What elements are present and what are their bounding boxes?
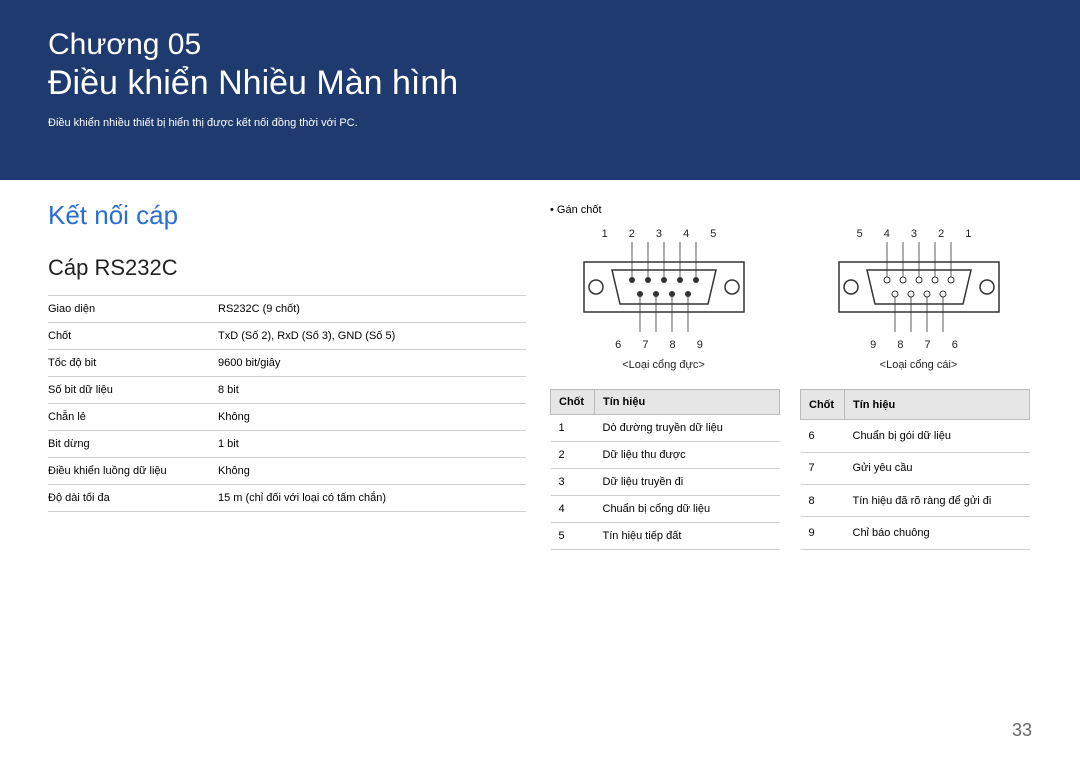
pin-signal: Dò đường truyền dữ liệu bbox=[595, 415, 780, 442]
spec-label: Bit dừng bbox=[48, 431, 218, 458]
pin-num: 4 bbox=[551, 496, 595, 523]
spec-value: TxD (Số 2), RxD (Số 3), GND (Số 5) bbox=[218, 323, 526, 350]
right-column: Gán chốt 1 2 3 4 5 6 7 8 9 <Loại cổng đự… bbox=[550, 200, 1032, 550]
pin-row: 8Tín hiệu đã rõ ràng để gửi đi bbox=[801, 485, 1030, 517]
spec-value: Không bbox=[218, 404, 526, 431]
spec-label: Giao diện bbox=[48, 296, 218, 323]
pin-num: 1 bbox=[551, 415, 595, 442]
pin-signal: Chỉ báo chuông bbox=[845, 517, 1030, 550]
pin-col-header: Chốt bbox=[551, 390, 595, 415]
female-connector-diagram: 5 4 3 2 1 9 8 7 6 <Loại cổng cái> bbox=[805, 228, 1032, 371]
pin-num: 2 bbox=[551, 442, 595, 469]
pin-num: 6 bbox=[801, 420, 845, 452]
left-column: Kết nối cáp Cáp RS232C Giao diệnRS232C (… bbox=[48, 200, 526, 550]
spec-label: Tốc độ bit bbox=[48, 350, 218, 377]
spec-label: Điều khiển luồng dữ liệu bbox=[48, 458, 218, 485]
chapter-desc: Điều khiển nhiều thiết bị hiển thị được … bbox=[48, 117, 1032, 129]
spec-value: RS232C (9 chốt) bbox=[218, 296, 526, 323]
spec-row: Tốc độ bit9600 bit/giây bbox=[48, 350, 526, 377]
top-pin-numbers: 5 4 3 2 1 bbox=[805, 228, 1032, 240]
pin-row: 6Chuẩn bị gói dữ liệu bbox=[801, 420, 1030, 452]
pin-num: 7 bbox=[801, 452, 845, 484]
male-connector-diagram: 1 2 3 4 5 6 7 8 9 <Loại cổng đực> bbox=[550, 228, 777, 371]
pin-col-header: Chốt bbox=[801, 390, 845, 420]
pin-row: 9Chỉ báo chuông bbox=[801, 517, 1030, 550]
spec-row: Số bit dữ liệu8 bit bbox=[48, 377, 526, 404]
spec-row: ChốtTxD (Số 2), RxD (Số 3), GND (Số 5) bbox=[48, 323, 526, 350]
spec-value: 1 bit bbox=[218, 431, 526, 458]
connector-label: <Loại cổng cái> bbox=[805, 359, 1032, 371]
connector-diagrams: 1 2 3 4 5 6 7 8 9 <Loại cổng đực> 5 4 3 … bbox=[550, 228, 1032, 371]
spec-row: Điều khiển luồng dữ liệuKhông bbox=[48, 458, 526, 485]
pin-table-left: ChốtTín hiệu 1Dò đường truyền dữ liệu 2D… bbox=[550, 389, 780, 550]
pin-num: 3 bbox=[551, 469, 595, 496]
pin-row: 7Gửi yêu cầu bbox=[801, 452, 1030, 484]
connector-label: <Loại cổng đực> bbox=[550, 359, 777, 371]
chapter-title: Điều khiển Nhiều Màn hình bbox=[48, 64, 1032, 103]
top-pin-numbers: 1 2 3 4 5 bbox=[550, 228, 777, 240]
spec-row: Độ dài tối đa15 m (chỉ đối với loại có t… bbox=[48, 485, 526, 512]
bottom-pin-numbers: 9 8 7 6 bbox=[805, 339, 1032, 351]
pin-row: 4Chuẩn bị cổng dữ liệu bbox=[551, 496, 780, 523]
spec-row: Bit dừng1 bit bbox=[48, 431, 526, 458]
pin-signal: Tín hiệu đã rõ ràng để gửi đi bbox=[845, 485, 1030, 517]
spec-value: 8 bit bbox=[218, 377, 526, 404]
pin-row: 3Dữ liệu truyền đi bbox=[551, 469, 780, 496]
signal-col-header: Tín hiệu bbox=[845, 390, 1030, 420]
bottom-pin-numbers: 6 7 8 9 bbox=[550, 339, 777, 351]
pin-tables: ChốtTín hiệu 1Dò đường truyền dữ liệu 2D… bbox=[550, 389, 1032, 550]
pin-row: 5Tín hiệu tiếp đất bbox=[551, 523, 780, 550]
chapter-label: Chương 05 bbox=[48, 28, 1032, 62]
pin-row: 2Dữ liệu thu được bbox=[551, 442, 780, 469]
pin-signal: Dữ liệu truyền đi bbox=[595, 469, 780, 496]
spec-value: Không bbox=[218, 458, 526, 485]
male-connector-icon bbox=[574, 242, 754, 332]
bullet-label: Gán chốt bbox=[550, 204, 1032, 216]
spec-label: Chẵn lẻ bbox=[48, 404, 218, 431]
pin-row: 1Dò đường truyền dữ liệu bbox=[551, 415, 780, 442]
pin-signal: Dữ liệu thu được bbox=[595, 442, 780, 469]
pin-signal: Tín hiệu tiếp đất bbox=[595, 523, 780, 550]
pin-table-right: ChốtTín hiệu 6Chuẩn bị gói dữ liệu 7Gửi … bbox=[800, 389, 1030, 550]
spec-row: Giao diệnRS232C (9 chốt) bbox=[48, 296, 526, 323]
spec-label: Độ dài tối đa bbox=[48, 485, 218, 512]
page-number: 33 bbox=[1012, 720, 1032, 741]
spec-label: Số bit dữ liệu bbox=[48, 377, 218, 404]
signal-col-header: Tín hiệu bbox=[595, 390, 780, 415]
pin-signal: Chuẩn bị cổng dữ liệu bbox=[595, 496, 780, 523]
content-area: Kết nối cáp Cáp RS232C Giao diệnRS232C (… bbox=[0, 180, 1080, 550]
spec-row: Chẵn lẻKhông bbox=[48, 404, 526, 431]
pin-signal: Gửi yêu cầu bbox=[845, 452, 1030, 484]
spec-value: 15 m (chỉ đối với loại có tấm chắn) bbox=[218, 485, 526, 512]
pin-num: 5 bbox=[551, 523, 595, 550]
pin-num: 8 bbox=[801, 485, 845, 517]
page-header: Chương 05 Điều khiển Nhiều Màn hình Điều… bbox=[0, 0, 1080, 180]
section-title: Kết nối cáp bbox=[48, 200, 526, 231]
sub-title: Cáp RS232C bbox=[48, 255, 526, 281]
spec-label: Chốt bbox=[48, 323, 218, 350]
pin-signal: Chuẩn bị gói dữ liệu bbox=[845, 420, 1030, 452]
pin-num: 9 bbox=[801, 517, 845, 550]
female-connector-icon bbox=[829, 242, 1009, 332]
spec-value: 9600 bit/giây bbox=[218, 350, 526, 377]
spec-table: Giao diệnRS232C (9 chốt) ChốtTxD (Số 2),… bbox=[48, 295, 526, 512]
